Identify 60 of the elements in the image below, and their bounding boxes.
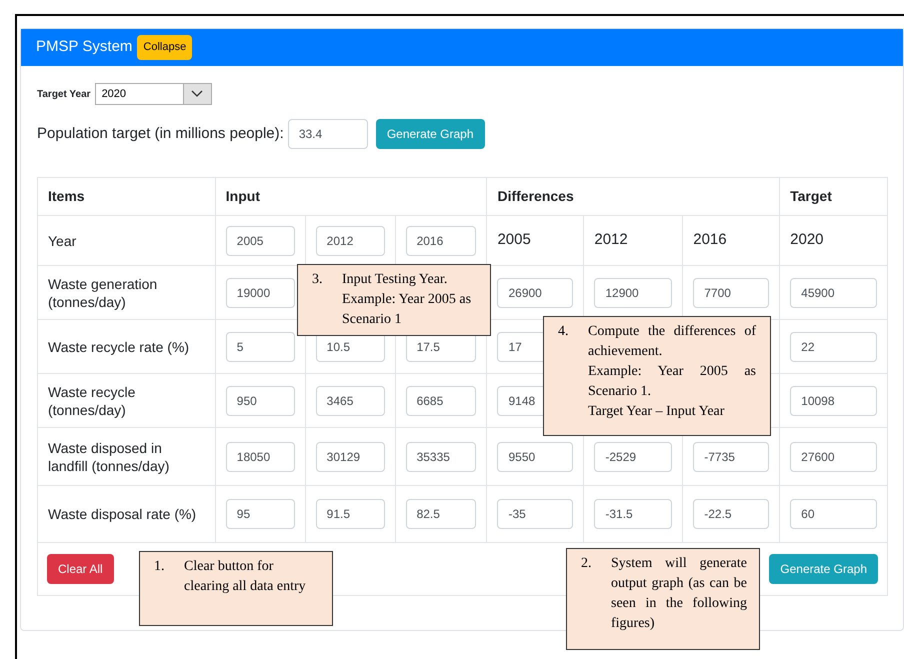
input-field[interactable]: 10098: [790, 386, 878, 416]
app-title: PMSP System: [36, 37, 132, 58]
input-field[interactable]: 22: [790, 332, 878, 362]
callout-number: 3.: [312, 271, 324, 289]
input-field[interactable]: 27600: [790, 442, 878, 472]
column-header: Items: [48, 187, 85, 206]
input-field[interactable]: 12900: [594, 278, 672, 308]
callout-text: System will generate output graph (as can be seen in the following figures): [611, 555, 747, 633]
input-field[interactable]: 7700: [693, 278, 770, 308]
input-field[interactable]: 91.5: [316, 499, 385, 529]
callout-text: Compute the differences of achievement.: [588, 323, 756, 361]
input-field[interactable]: 950: [226, 386, 295, 416]
input-field[interactable]: 30129: [316, 442, 385, 472]
input-field[interactable]: -35: [497, 499, 574, 529]
callout-text: Clear button for clearing all data entry: [184, 558, 307, 596]
table-cell-text: 2016: [693, 230, 727, 250]
input-field[interactable]: 35335: [406, 442, 476, 472]
callout-number: 1.: [154, 558, 166, 576]
callout-text: Example: Year 2005 as Scenario 1: [342, 291, 472, 329]
column-header: Target: [790, 187, 832, 206]
field-label: Target Year: [37, 88, 91, 102]
table-cell-text: 2005: [497, 230, 531, 250]
row-label: Waste disposal rate (%): [48, 505, 196, 523]
input-field[interactable]: 18050: [226, 442, 295, 472]
input-field[interactable]: 45900: [790, 278, 878, 308]
input-field[interactable]: 2016: [406, 226, 476, 256]
column-header: Differences: [497, 187, 574, 206]
input-field[interactable]: 5: [226, 332, 295, 362]
input-field[interactable]: 19000: [226, 278, 295, 308]
input-field[interactable]: 2005: [226, 226, 295, 256]
callout-number: 2.: [581, 555, 592, 573]
input-field[interactable]: 9550: [497, 442, 574, 472]
input-field[interactable]: 3465: [316, 386, 385, 416]
collapse-button[interactable]: Collapse: [137, 35, 192, 60]
callout-text: Input Testing Year.: [342, 271, 448, 289]
input-field[interactable]: 26900: [497, 278, 574, 308]
row-label: Waste generation (tonnes/day): [48, 274, 158, 310]
input-field[interactable]: -2529: [594, 442, 672, 472]
table-cell-text: 2012: [594, 230, 628, 250]
input-field[interactable]: 95: [226, 499, 295, 529]
field-label: Population target (in millions people):: [37, 124, 284, 144]
row-label: Waste disposed in landfill (tonnes/day): [48, 438, 170, 474]
input-field[interactable]: 6685: [406, 386, 476, 416]
input-field[interactable]: 60: [790, 499, 878, 529]
input-field[interactable]: -31.5: [594, 499, 672, 529]
clear-all-button[interactable]: Clear All: [47, 554, 114, 584]
row-label: Year: [48, 232, 76, 250]
row-label: Waste recycle (tonnes/day): [48, 382, 136, 418]
input-field[interactable]: 82.5: [406, 499, 476, 529]
row-label: Waste recycle rate (%): [48, 338, 190, 356]
input-field[interactable]: 2012: [316, 226, 385, 256]
callout-text: Target Year – Input Year: [588, 403, 726, 421]
input-field[interactable]: 33.4: [288, 119, 368, 149]
input-field[interactable]: -22.5: [693, 499, 770, 529]
year-dropdown[interactable]: 2020: [94, 83, 212, 105]
chevron-icon: [182, 84, 211, 104]
column-header: Input: [226, 187, 260, 206]
callout-text: Example: Year 2005 as Scenario 1.: [588, 363, 756, 401]
table-cell-text: 2020: [790, 230, 824, 250]
input-field[interactable]: -7735: [693, 442, 770, 472]
